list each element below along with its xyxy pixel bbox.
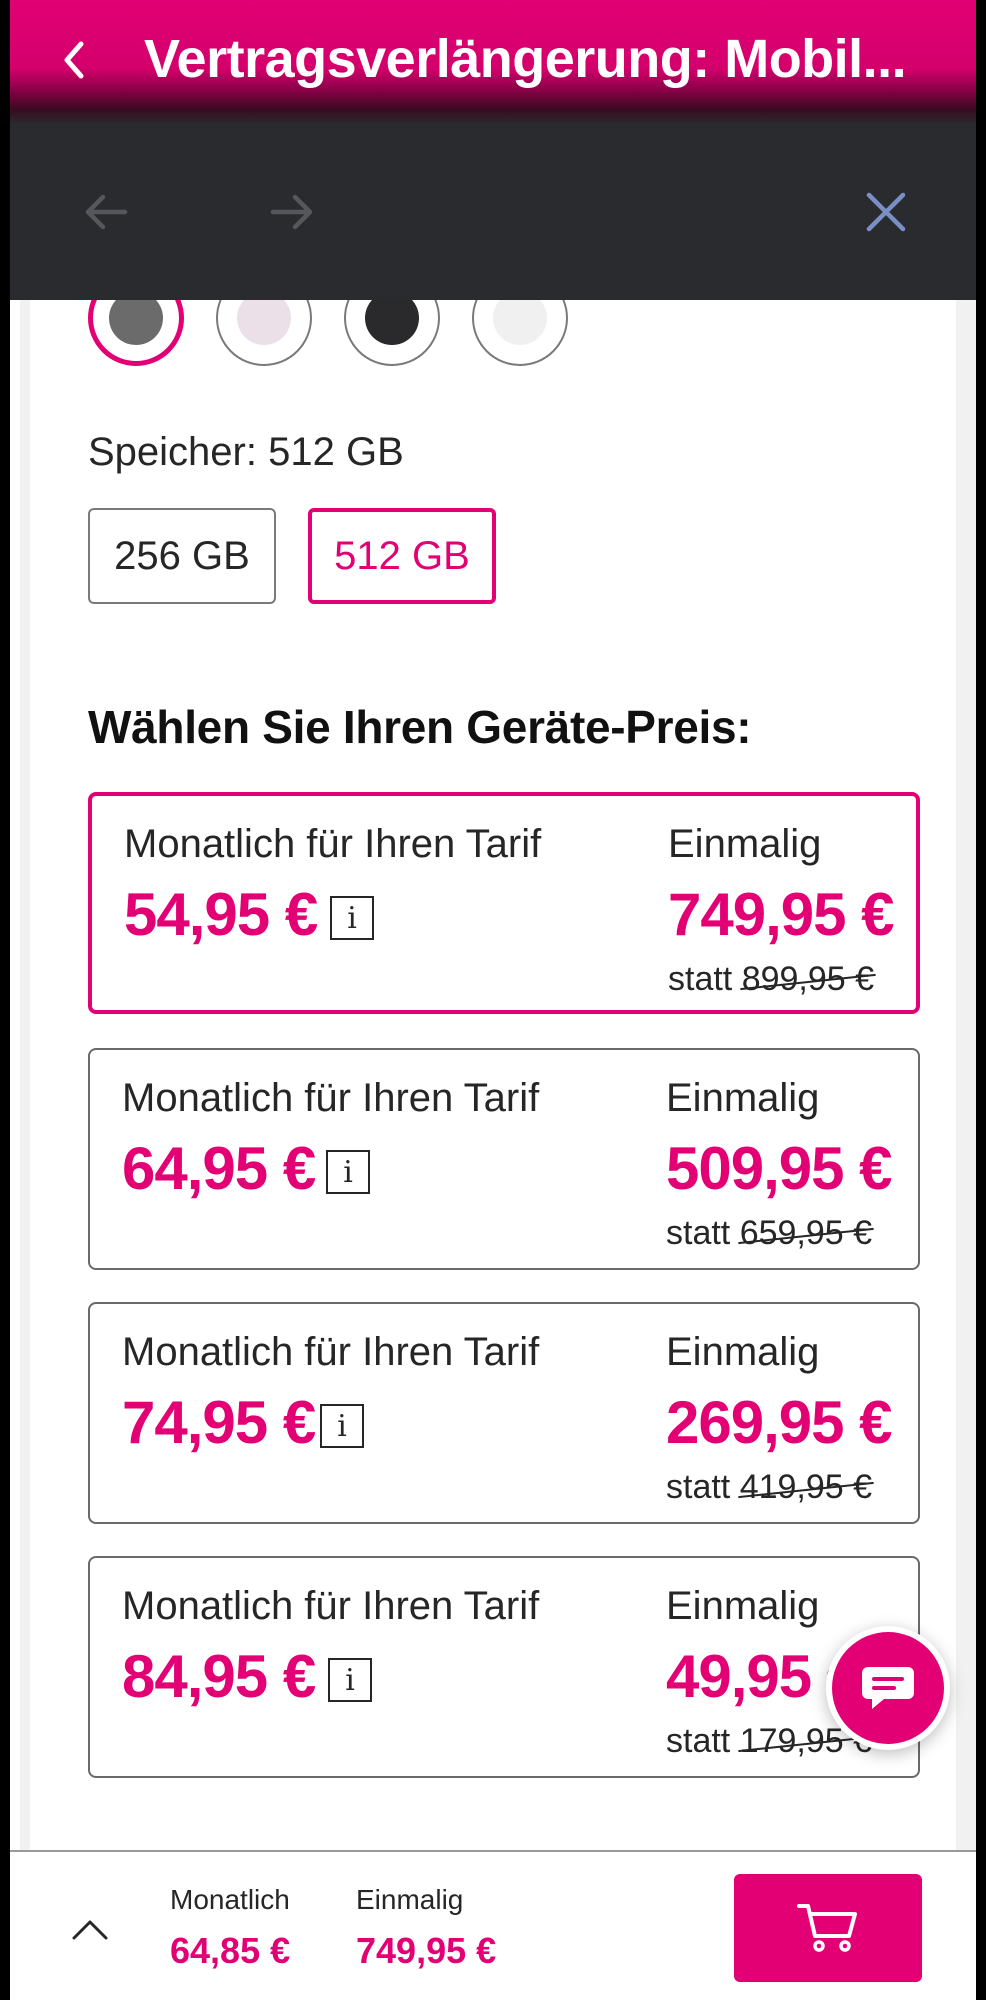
content-gutter-right	[956, 300, 976, 1850]
add-to-cart-button[interactable]	[734, 1874, 922, 1982]
statt-label: statt	[666, 1722, 731, 1760]
section-title: Wählen Sie Ihren Geräte-Preis:	[88, 701, 752, 753]
device-frame-right	[976, 0, 986, 2000]
old-price: 419,95 €	[739, 1468, 873, 1506]
once-label: Einmalig	[668, 822, 822, 866]
summary-monthly-label: Monatlich	[170, 1884, 290, 1915]
price-option-4[interactable]: Monatlich für Ihren Tarif 84,95 € i Einm…	[88, 1556, 920, 1778]
monthly-label: Monatlich für Ihren Tarif	[122, 1584, 540, 1628]
monthly-label: Monatlich für Ihren Tarif	[122, 1330, 540, 1374]
browser-toolbar	[10, 124, 976, 300]
device-frame-left	[0, 0, 10, 2000]
arrow-right-icon[interactable]	[264, 184, 320, 240]
summary-monthly: Monatlich 64,85 €	[170, 1884, 290, 1972]
page-title: Vertragsverlängerung: Mobil...	[144, 29, 907, 89]
price-option-3[interactable]: Monatlich für Ihren Tarif 74,95 € i Einm…	[88, 1302, 920, 1524]
summary-once: Einmalig 749,95 €	[356, 1884, 496, 1972]
swatch-dot	[237, 300, 291, 345]
monthly-label: Monatlich für Ihren Tarif	[122, 1076, 540, 1120]
color-swatch-black[interactable]	[344, 300, 440, 366]
arrow-left-icon[interactable]	[78, 184, 134, 240]
storage-option-256[interactable]: 256 GB	[88, 508, 276, 604]
color-swatch-graphite[interactable]	[88, 300, 184, 366]
statt-label: statt	[666, 1214, 731, 1252]
app-header: Vertragsverlängerung: Mobil...	[10, 0, 976, 124]
info-icon[interactable]: i	[320, 1404, 364, 1448]
old-price: 659,95 €	[739, 1214, 873, 1252]
old-price-line: statt 659,95 €	[666, 1214, 872, 1253]
chat-icon	[832, 1632, 944, 1744]
summary-once-value: 749,95 €	[356, 1930, 497, 1971]
summary-once-label: Einmalig	[356, 1884, 464, 1915]
summary-monthly-value: 64,85 €	[170, 1930, 291, 1971]
summary-bar: Monatlich 64,85 € Einmalig 749,95 €	[10, 1850, 976, 2000]
monthly-price: 74,95 €	[122, 1389, 316, 1456]
chevron-left-icon[interactable]	[54, 40, 94, 80]
color-swatch-rose[interactable]	[216, 300, 312, 366]
once-label: Einmalig	[666, 1330, 820, 1374]
product-configurator: Speicher: 512 GB 256 GB 512 GB Wählen Si…	[30, 300, 956, 1850]
old-price-line: statt 419,95 €	[666, 1468, 872, 1507]
once-price: 269,95 €	[666, 1389, 893, 1456]
monthly-price: 64,95 €	[122, 1135, 316, 1202]
once-label: Einmalig	[666, 1584, 820, 1628]
statt-label: statt	[666, 1468, 731, 1506]
once-price: 509,95 €	[666, 1135, 893, 1202]
close-icon[interactable]	[858, 184, 914, 240]
monthly-label: Monatlich für Ihren Tarif	[124, 822, 542, 866]
content-gutter-left	[20, 300, 30, 1850]
old-price-line: statt 899,95 €	[668, 960, 874, 999]
color-swatch-white[interactable]	[472, 300, 568, 366]
once-label: Einmalig	[666, 1076, 820, 1120]
old-price: 899,95 €	[741, 960, 875, 998]
storage-label: Speicher: 512 GB	[88, 430, 404, 474]
info-icon[interactable]: i	[328, 1658, 372, 1702]
info-icon[interactable]: i	[330, 896, 374, 940]
monthly-price: 84,95 €	[122, 1643, 316, 1710]
statt-label: statt	[668, 960, 733, 998]
monthly-price: 54,95 €	[124, 881, 318, 948]
swatch-dot	[493, 300, 547, 345]
price-option-1[interactable]: Monatlich für Ihren Tarif 54,95 € i Einm…	[88, 792, 920, 1014]
price-option-2[interactable]: Monatlich für Ihren Tarif 64,95 € i Einm…	[88, 1048, 920, 1270]
swatch-dot	[109, 300, 163, 345]
once-price: 749,95 €	[668, 881, 895, 948]
cart-icon	[797, 1904, 857, 1952]
swatch-dot	[365, 300, 419, 345]
chevron-up-icon[interactable]	[62, 1902, 118, 1958]
chat-button[interactable]	[826, 1626, 950, 1750]
app: Vertragsverlängerung: Mobil... Speicher:…	[10, 0, 976, 2000]
info-icon[interactable]: i	[326, 1150, 370, 1194]
storage-option-512[interactable]: 512 GB	[308, 508, 496, 604]
